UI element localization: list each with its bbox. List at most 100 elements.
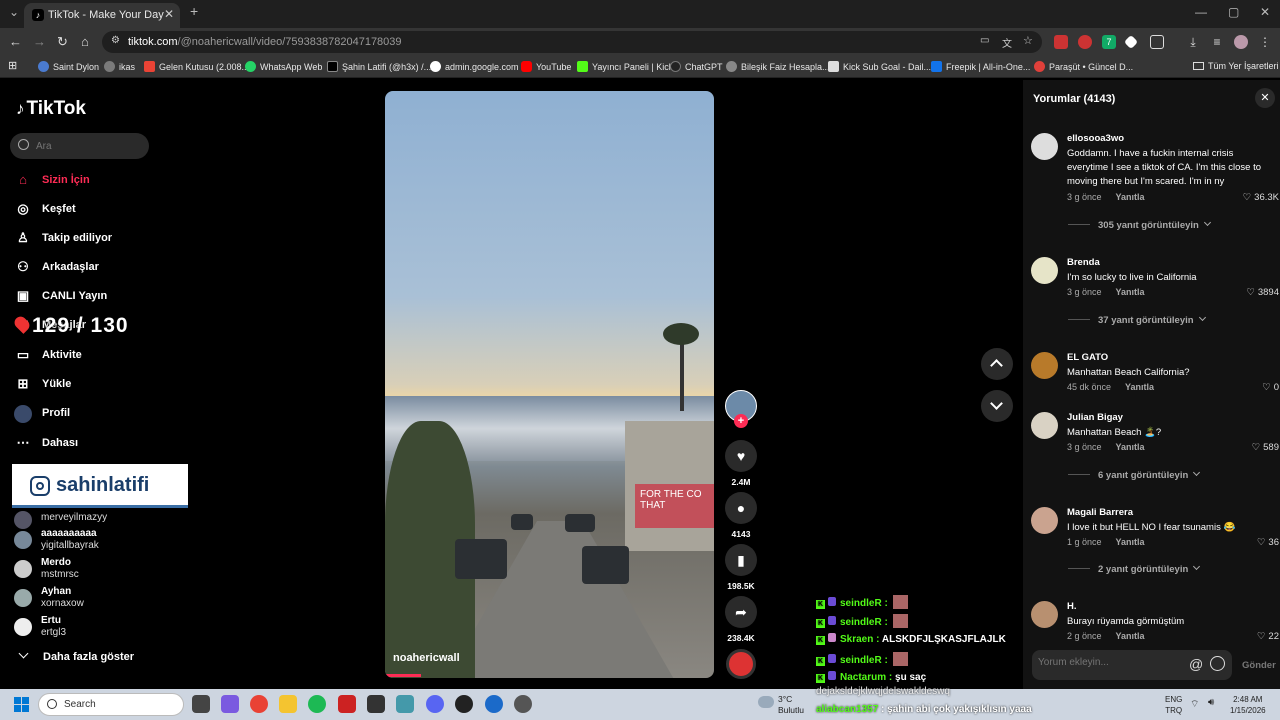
forward-icon[interactable]: → [33,34,46,49]
view-replies-button[interactable]: 6 yanıt görüntüleyin [1068,468,1201,481]
comment-like[interactable]: ♡ 36 [1257,537,1279,548]
bookmark-star-icon[interactable]: ☆ [1023,34,1033,47]
address-bar[interactable]: ⚙ tiktok.com/@noahericwall/video/7593838… [102,31,1042,53]
new-tab-icon[interactable]: + [190,3,198,19]
window-close-icon[interactable]: ✕ [1260,5,1270,19]
comment-username[interactable]: H. [1067,601,1077,612]
share-button[interactable]: ➦ 238.4K [725,596,757,643]
comment-username[interactable]: EL GATO [1067,352,1108,363]
comment-like[interactable]: ♡ 0 [1262,382,1279,393]
app-icon[interactable] [455,695,473,713]
bookmark-item[interactable]: Kick Sub Goal - Dail... [828,61,931,72]
show-more-button[interactable]: Daha fazla göster [16,648,134,663]
download-icon[interactable]: ⤓ [1186,35,1200,49]
view-replies-button[interactable]: 2 yanıt görüntüleyin [1068,562,1201,575]
comment-like[interactable]: ♡ 36.3K [1243,192,1279,203]
avatar[interactable] [1031,352,1058,379]
search-input[interactable] [36,137,136,155]
search-box[interactable] [10,133,149,159]
video-progress-bar[interactable] [385,674,422,677]
comment-input[interactable] [1038,657,1178,668]
app-icon[interactable] [396,695,414,713]
windows-start-icon[interactable] [14,697,30,713]
extension-red-icon[interactable] [1054,35,1068,49]
extension-translate-icon[interactable]: 7 [1102,35,1116,49]
video-author[interactable]: noahericwall [393,652,460,664]
tab-list-icon[interactable]: ⌄ [9,5,19,19]
view-replies-button[interactable]: 37 yanıt görüntüleyin [1068,313,1206,326]
comment-button[interactable]: ● 4143 [725,492,757,539]
app-icon[interactable] [485,695,503,713]
comment-like[interactable]: ♡ 589 [1252,442,1279,453]
follow-plus-icon[interactable]: + [734,414,748,428]
bookmark-item[interactable]: admin.google.com [430,61,519,72]
reply-button[interactable]: Yanıtla [1116,631,1145,641]
bookmark-item[interactable]: YouTube [521,61,571,72]
back-icon[interactable]: ← [9,34,22,49]
reload-icon[interactable]: ↻ [57,34,68,50]
avatar[interactable] [1031,412,1058,439]
view-replies-button[interactable]: 305 yanıt görüntüleyin [1068,218,1211,231]
previous-video-button[interactable] [981,348,1013,380]
comment-like[interactable]: ♡ 3894 [1246,287,1279,298]
close-comments-icon[interactable]: ✕ [1255,88,1275,108]
comment-username[interactable]: Julian Bigay [1067,412,1123,423]
translate-icon[interactable]: 文 [1002,35,1012,50]
bookmark-item[interactable]: Gelen Kutusu (2.008... [144,61,249,72]
bookmark-item[interactable]: Freepik | All-in-One... [931,61,1030,72]
taskbar-search[interactable]: Search [38,693,184,716]
profile-avatar-icon[interactable] [1234,35,1248,49]
avatar[interactable] [1031,507,1058,534]
all-bookmarks[interactable]: Tüm Yer İşaretleri [1193,61,1279,71]
bookmark-item[interactable]: Saint Dylon [38,61,99,72]
save-button[interactable]: ▮ 198.5K [725,544,757,591]
wifi-icon[interactable]: ⌔ [1190,698,1199,711]
minimize-icon[interactable]: — [1195,5,1207,19]
bookmark-item[interactable]: Paraşüt • Güncel D... [1034,61,1133,72]
app-icon[interactable] [514,695,532,713]
spotify-icon[interactable] [308,695,326,713]
reply-button[interactable]: Yanıtla [1116,442,1145,452]
video-player[interactable]: FOR THE CO THAT noahericwall [385,91,714,678]
extension-pin-icon[interactable] [1078,35,1092,49]
send-button[interactable]: Gönder [1242,660,1276,671]
home-button-icon[interactable]: ⌂ [81,34,89,49]
comment-username[interactable]: ellosooa3wo [1067,133,1124,144]
reading-list-icon[interactable]: ≡ [1210,35,1224,49]
sound-disc-icon[interactable] [726,649,756,679]
next-video-button[interactable] [981,390,1013,422]
discord-icon[interactable] [426,695,444,713]
bookmark-item[interactable]: ikas [104,61,135,72]
cast-icon[interactable]: ▭ [980,35,989,46]
reply-button[interactable]: Yanıtla [1116,287,1145,297]
app-icon[interactable] [367,695,385,713]
comment-username[interactable]: Magali Barrera [1067,507,1133,518]
reply-button[interactable]: Yanıtla [1125,382,1154,392]
mention-icon[interactable]: @ [1189,656,1203,672]
reply-button[interactable]: Yanıtla [1116,537,1145,547]
file-explorer-icon[interactable] [279,695,297,713]
bookmark-item[interactable]: Şahin Latifi (@h3x) /... [327,61,431,72]
like-button[interactable]: ♥ 2.4M [725,440,757,487]
comment-username[interactable]: Brenda [1067,257,1100,268]
tab-close-icon[interactable]: ✕ [164,7,174,21]
task-view-icon[interactable] [192,695,210,713]
chrome-icon[interactable] [250,695,268,713]
app-icon[interactable] [338,695,356,713]
maximize-icon[interactable]: ▢ [1228,5,1239,19]
browser-menu-icon[interactable]: ⋮ [1258,35,1272,49]
apps-grid-icon[interactable]: ⊞ [8,59,17,72]
emoji-icon[interactable] [1210,656,1225,671]
bookmark-item[interactable]: ChatGPT [670,61,723,72]
comment-input-box[interactable]: @ [1032,650,1232,680]
system-clock[interactable]: 2:48 AM 1/15/2026 [1230,694,1266,716]
extensions-puzzle-icon[interactable] [1150,35,1164,49]
avatar[interactable] [1031,601,1058,628]
bookmark-item[interactable]: Bileşik Faiz Hesapla... [726,61,830,72]
bookmark-item[interactable]: Yayıncı Paneli | Kick [577,61,673,72]
language-indicator[interactable]: ENG TRQ [1165,694,1182,716]
tiktok-logo[interactable]: ♪ TikTok [16,98,86,120]
copilot-icon[interactable] [221,695,239,713]
avatar[interactable] [1031,133,1058,160]
site-info-icon[interactable]: ⚙ [111,35,120,46]
